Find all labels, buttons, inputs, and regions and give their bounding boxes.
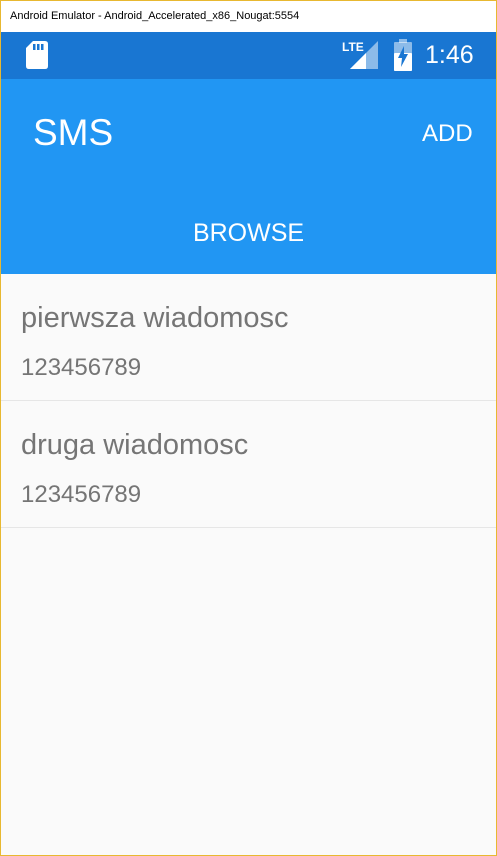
svg-text:LTE: LTE <box>342 40 364 54</box>
window-title: Android Emulator - Android_Accelerated_x… <box>10 10 300 22</box>
message-item[interactable]: pierwsza wiadomosc 123456789 <box>1 274 496 401</box>
message-list: pierwsza wiadomosc 123456789 druga wiado… <box>1 274 496 528</box>
message-title: pierwsza wiadomosc <box>21 302 289 334</box>
sd-card-icon <box>26 41 48 74</box>
emulator-window: Android Emulator - Android_Accelerated_x… <box>0 0 497 856</box>
lte-signal-icon: LTE <box>342 39 380 76</box>
battery-charging-icon <box>393 39 413 76</box>
app-title: SMS <box>33 112 114 153</box>
message-number: 123456789 <box>21 354 142 381</box>
window-title-bar[interactable]: Android Emulator - Android_Accelerated_x… <box>1 1 496 32</box>
message-number: 123456789 <box>21 481 142 508</box>
tab-browse-label: BROWSE <box>192 219 305 247</box>
android-status-bar: LTE 1:46 <box>1 32 496 79</box>
message-item[interactable]: druga wiadomosc 123456789 <box>1 401 496 528</box>
app-bar: SMS ADD BROWSE <box>1 79 496 274</box>
message-title: druga wiadomosc <box>21 429 249 461</box>
add-button[interactable]: ADD <box>422 120 473 148</box>
status-clock: 1:46 <box>425 41 474 69</box>
tab-browse[interactable]: BROWSE <box>1 199 496 271</box>
